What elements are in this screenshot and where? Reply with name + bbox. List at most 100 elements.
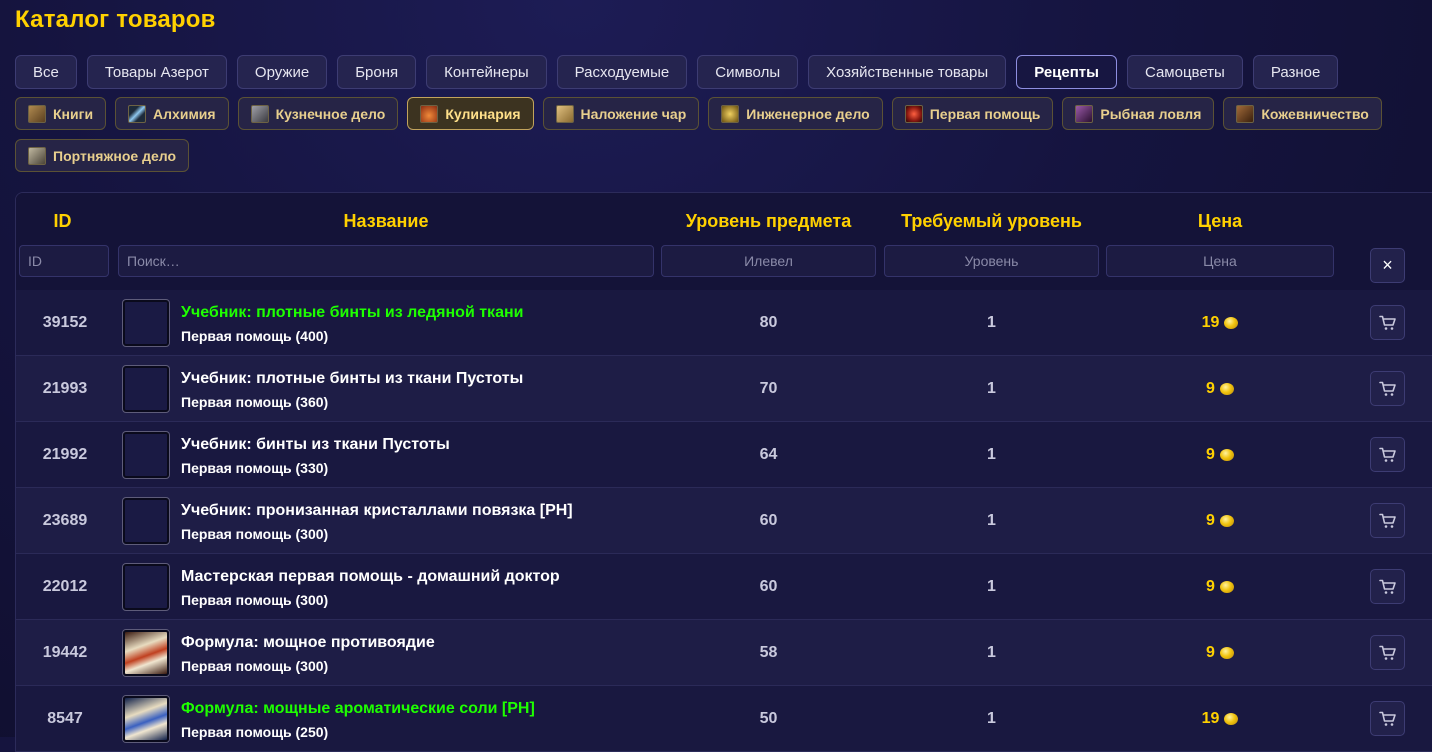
subcategory-leatherworking-button[interactable]: Кожевничество [1223,97,1382,130]
book-icon [28,104,46,123]
price-value: 19 [1201,710,1220,727]
category-misc-button[interactable]: Разное [1252,55,1339,89]
price-value: 9 [1206,446,1215,463]
recipe-scroll-blue-icon [123,696,169,742]
subcategory-books-button[interactable]: Книги [15,97,107,130]
item-name-link[interactable]: Учебник: бинты из ткани Пустоты [181,436,450,454]
subcategory-label: Наложение чар [580,105,687,122]
column-header-item-level: Уровень предмета [685,211,852,231]
category-weapons-button[interactable]: Оружие [236,55,328,89]
empty-slot-icon [123,432,169,478]
price-value: 9 [1206,512,1215,529]
add-to-cart-button[interactable] [1370,635,1405,670]
item-subtitle: Первая помощь (300) [181,592,329,608]
item-id: 39152 [42,314,88,331]
gold-coin-icon [1219,647,1234,659]
category-consumables-button[interactable]: Расходуемые [556,55,688,89]
category-gems-button[interactable]: Самоцветы [1126,55,1243,89]
price-value: 9 [1206,644,1215,661]
required-level: 1 [987,578,996,595]
subcategory-label: Книги [53,105,94,122]
item-id: 21993 [42,380,88,397]
subcategory-tabs: Книги Алхимия Кузнечное дело Кулинария Н… [15,97,1425,181]
subcategory-first-aid-button[interactable]: Первая помощь [891,97,1054,130]
subcategory-label: Первая помощь [929,105,1041,122]
category-recipes-button[interactable]: Рецепты [1016,55,1117,89]
price-value: 9 [1206,380,1215,397]
id-filter-input[interactable] [19,245,109,277]
price-filter-input[interactable] [1106,245,1334,277]
subcategory-enchanting-button[interactable]: Наложение чар [542,97,700,130]
category-containers-button[interactable]: Контейнеры [426,55,547,89]
column-header-required-level: Требуемый уровень [901,211,1082,231]
item-name-link[interactable]: Учебник: пронизанная кристаллами повязка… [181,502,573,520]
item-subtitle: Первая помощь (400) [181,328,329,344]
add-to-cart-button[interactable] [1370,305,1405,340]
gold-coin-icon [1219,515,1234,527]
add-to-cart-button[interactable] [1370,569,1405,604]
subcategory-label: Кожевничество [1261,105,1369,122]
add-to-cart-button[interactable] [1370,701,1405,736]
category-armor-button[interactable]: Броня [337,55,417,89]
item-id: 23689 [42,512,88,529]
column-header-name: Название [343,211,429,231]
items-table: ID Название Уровень предмета Требуемый у… [15,192,1432,752]
clear-filters-button[interactable]: × [1370,248,1405,283]
leatherworking-icon [1236,104,1255,123]
subcategory-engineering-button[interactable]: Инженерное дело [708,97,883,130]
category-glyphs-button[interactable]: Символы [697,55,799,89]
page-title: Каталог товаров [15,6,216,33]
required-level: 1 [987,644,996,661]
table-row[interactable]: 22012 Мастерская первая помощь - домашни… [16,554,1432,620]
empty-slot-icon [123,498,169,544]
column-header-price: Цена [1197,211,1243,231]
name-search-input[interactable] [118,245,654,277]
price-value: 9 [1206,578,1215,595]
item-level: 50 [759,710,778,727]
close-icon: × [1382,255,1393,275]
table-row[interactable]: 21993 Учебник: плотные бинты из ткани Пу… [16,356,1432,422]
table-row[interactable]: 8547 Формула: мощные ароматические соли … [16,686,1432,751]
item-level: 60 [759,578,778,595]
add-to-cart-button[interactable] [1370,371,1405,406]
item-name-link[interactable]: Учебник: плотные бинты из ткани Пустоты [181,370,523,388]
price: 9 [1106,356,1334,422]
item-name-link[interactable]: Мастерская первая помощь - домашний докт… [181,568,560,586]
table-row[interactable]: 39152 Учебник: плотные бинты из ледяной … [16,290,1432,356]
enchanting-icon [555,104,574,123]
cart-icon [1378,513,1396,528]
price: 9 [1106,488,1334,554]
cart-icon [1378,711,1396,726]
item-id: 22012 [42,578,88,595]
item-name-link[interactable]: Учебник: плотные бинты из ледяной ткани [181,304,523,322]
category-azeroth-goods-button[interactable]: Товары Азерот [86,55,227,89]
required-level-filter-input[interactable] [884,245,1099,277]
item-subtitle: Первая помощь (300) [181,526,329,542]
required-level: 1 [987,710,996,727]
table-row[interactable]: 19442 Формула: мощное противоядие Первая… [16,620,1432,686]
price-value: 19 [1201,314,1220,331]
item-id: 21992 [42,446,88,463]
item-level-filter-input[interactable] [661,245,876,277]
category-all-button[interactable]: Все [15,55,77,89]
table-body: 39152 Учебник: плотные бинты из ледяной … [16,290,1432,751]
subcategory-cooking-button[interactable]: Кулинария [407,97,534,130]
item-name-link[interactable]: Формула: мощные ароматические соли [PH] [181,700,535,718]
item-name-link[interactable]: Формула: мощное противоядие [181,634,435,652]
empty-slot-icon [123,300,169,346]
add-to-cart-button[interactable] [1370,437,1405,472]
subcategory-alchemy-button[interactable]: Алхимия [115,97,229,130]
subcategory-blacksmithing-button[interactable]: Кузнечное дело [237,97,399,130]
table-row[interactable]: 21992 Учебник: бинты из ткани Пустоты Пе… [16,422,1432,488]
add-to-cart-button[interactable] [1370,503,1405,538]
price: 19 [1106,290,1334,356]
cart-icon [1378,315,1396,330]
table-row[interactable]: 23689 Учебник: пронизанная кристаллами п… [16,488,1432,554]
subcategory-fishing-button[interactable]: Рыбная ловля [1062,97,1215,130]
gold-coin-icon [1219,383,1234,395]
category-trade-goods-button[interactable]: Хозяйственные товары [808,55,1007,89]
item-id: 8547 [47,710,83,727]
subcategory-tailoring-button[interactable]: Портняжное дело [15,139,190,172]
item-level: 70 [759,380,778,397]
required-level: 1 [987,314,996,331]
